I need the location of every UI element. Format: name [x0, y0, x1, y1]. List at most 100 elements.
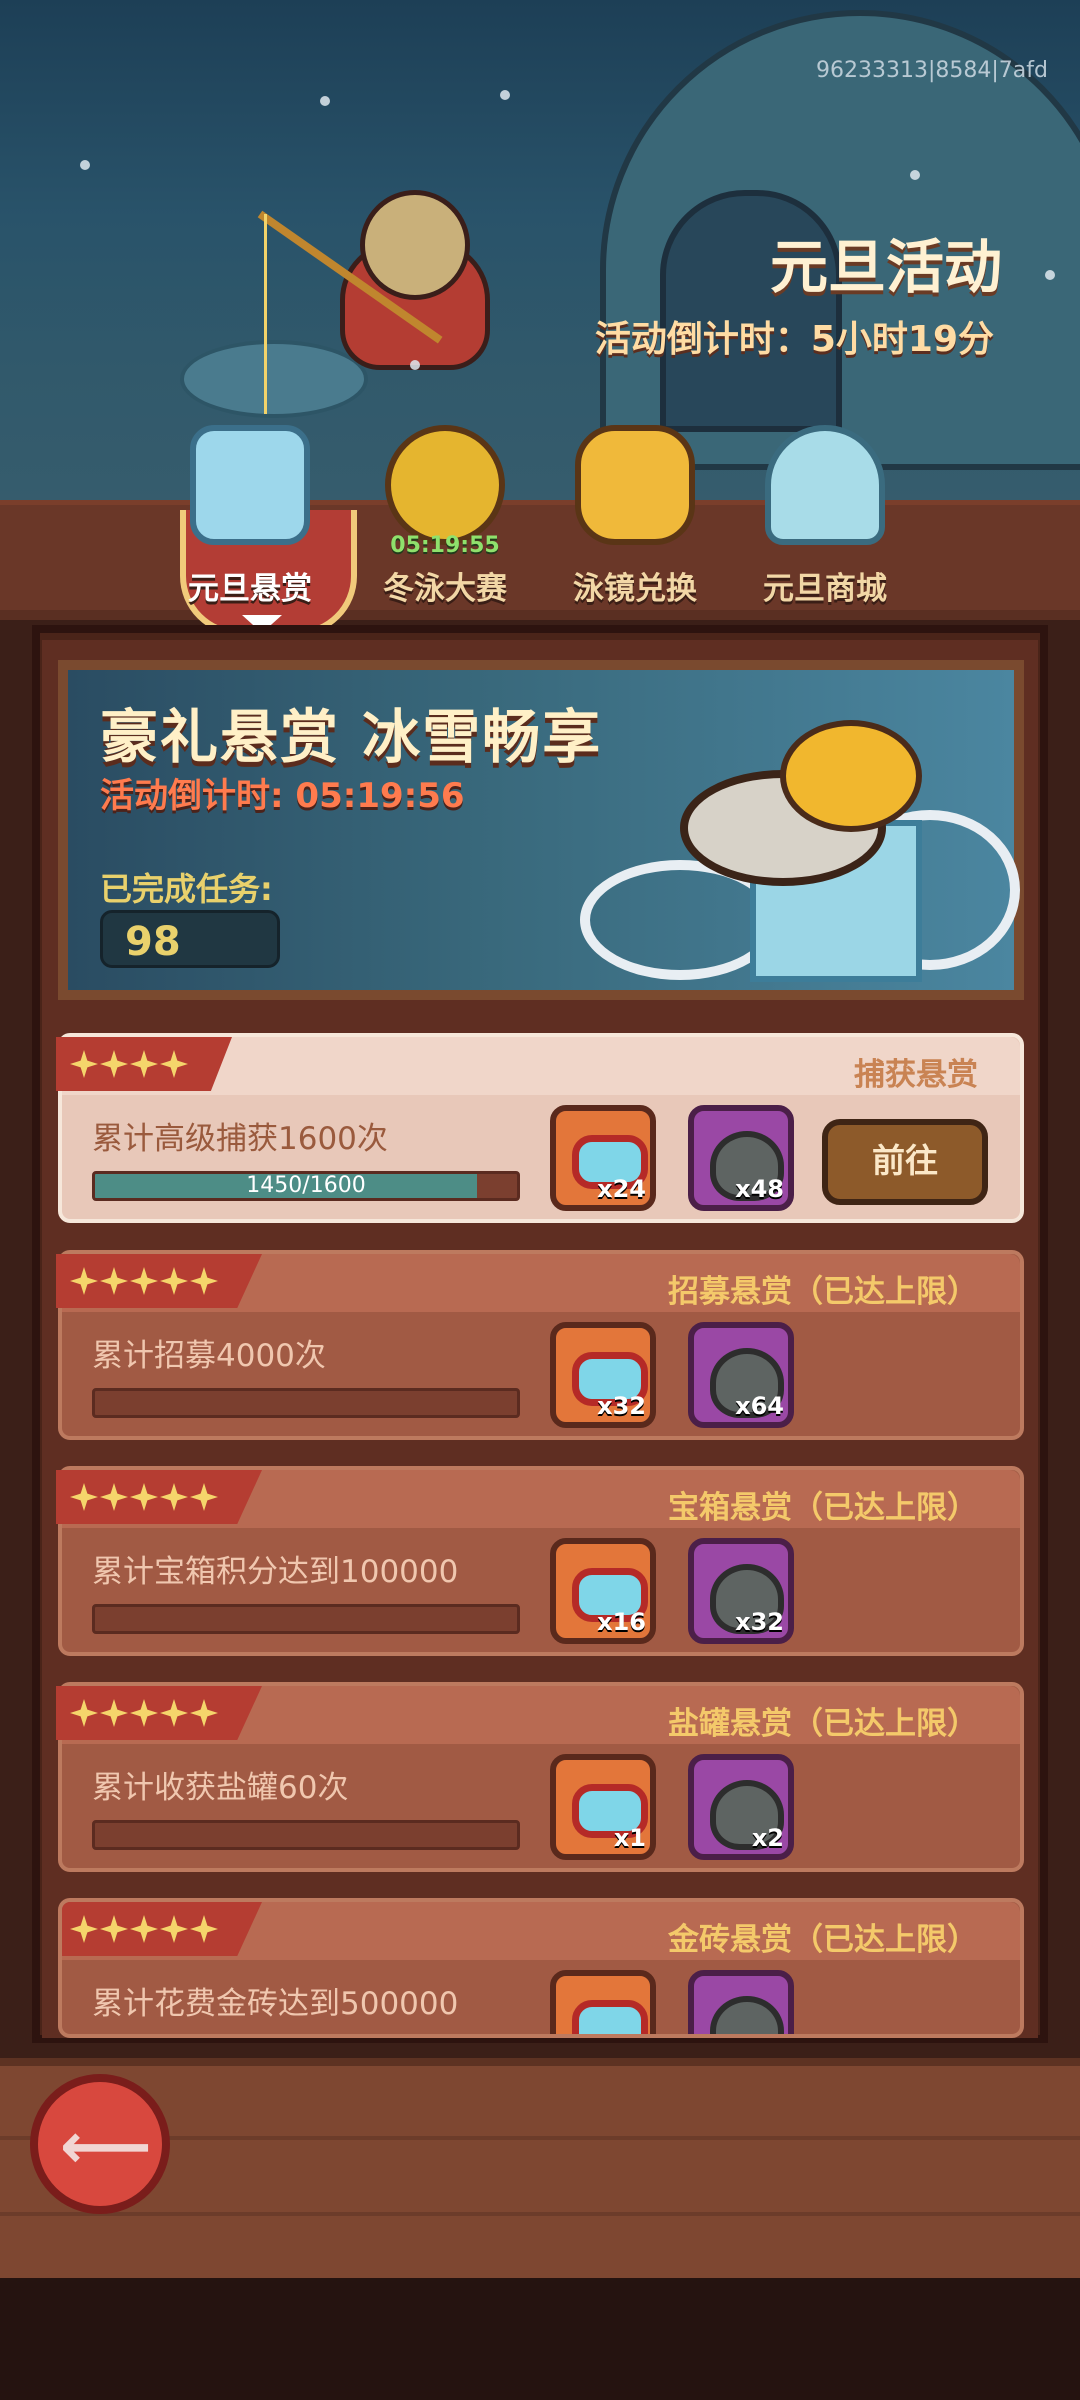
back-arrow-icon: ⟵: [60, 2110, 152, 2184]
task-type: 盐罐悬赏（已达上限）: [668, 1706, 978, 1742]
star-icon: [130, 1050, 158, 1078]
reward-quantity: x48: [735, 1175, 784, 1203]
task-description: 累计招募4000次: [92, 1338, 326, 1374]
goggles-icon: [575, 425, 695, 545]
star-icon: [70, 1050, 98, 1078]
reward-goggles[interactable]: [550, 1970, 656, 2034]
star-rating: [56, 1470, 262, 1524]
star-icon: [160, 1267, 188, 1295]
tab-label: 元旦商城: [763, 571, 887, 607]
reward-kettle[interactable]: x32: [688, 1538, 794, 1644]
event-countdown: 活动倒计时：5小时19分: [594, 319, 994, 360]
kettle-icon: [710, 1996, 784, 2034]
task-type: 捕获悬赏: [854, 1057, 978, 1093]
star-icon: [130, 1915, 158, 1943]
task-progress-bar: [92, 1820, 520, 1850]
task-card: 宝箱悬赏（已达上限） 累计宝箱积分达到100000 x16 x32: [56, 1466, 1024, 1656]
reward-kettle[interactable]: x64: [688, 1322, 794, 1428]
star-rating: [62, 1902, 262, 1956]
star-icon: [70, 1267, 98, 1295]
bottom-edge: [0, 2278, 1080, 2400]
star-icon: [100, 1050, 128, 1078]
star-icon: [70, 1699, 98, 1727]
task-description: 累计宝箱积分达到100000: [92, 1554, 459, 1590]
task-card: 捕获悬赏 累计高级捕获1600次 1450/1600 x24 x48 前往: [56, 1033, 1024, 1223]
snowflake-icon: [910, 170, 920, 180]
event-title: 元旦活动: [769, 233, 1002, 301]
tab-label: 冬泳大赛: [383, 571, 507, 607]
task-progress-bar: [92, 2036, 520, 2038]
back-button[interactable]: ⟵: [30, 2074, 170, 2214]
reward-quantity: x24: [597, 1175, 646, 1203]
star-icon: [190, 1699, 218, 1727]
task-type: 宝箱悬赏（已达上限）: [668, 1490, 978, 1526]
duck-on-ice-illustration: [580, 700, 1020, 990]
reward-kettle[interactable]: x48: [688, 1105, 794, 1211]
star-icon: [190, 1915, 218, 1943]
star-icon: [160, 1483, 188, 1511]
task-type: 金砖悬赏（已达上限）: [668, 1922, 978, 1958]
reward-goggles[interactable]: x32: [550, 1322, 656, 1428]
task-card: 盐罐悬赏（已达上限） 累计收获盐罐60次 x1 x2: [56, 1682, 1024, 1872]
task-description: 累计收获盐罐60次: [92, 1770, 349, 1806]
golden-fish-icon: [385, 425, 505, 545]
star-rating: [56, 1686, 262, 1740]
star-icon: [100, 1699, 128, 1727]
reward-quantity: x16: [597, 1608, 646, 1636]
snowflake-icon: [500, 90, 510, 100]
reward-quantity: x32: [735, 1608, 784, 1636]
star-rating: [56, 1037, 232, 1091]
task-description: 累计高级捕获1600次: [92, 1121, 388, 1157]
reward-quantity: x1: [613, 1824, 646, 1852]
task-progress-bar: 1450/1600: [92, 1171, 520, 1201]
snowflake-icon: [1045, 270, 1055, 280]
event-id: 96233313|8584|7afd: [816, 58, 1048, 83]
star-icon: [160, 1050, 188, 1078]
star-icon: [100, 1483, 128, 1511]
tab-goggle-exchange[interactable]: 泳镜兑换: [555, 405, 715, 625]
star-icon: [130, 1267, 158, 1295]
go-button[interactable]: 前往: [822, 1119, 988, 1205]
igloo-icon: [765, 425, 885, 545]
reward-kettle[interactable]: x2: [688, 1754, 794, 1860]
reward-quantity: x32: [597, 1392, 646, 1420]
tab-bar: [0, 505, 1080, 610]
reward-quantity: x2: [751, 1824, 784, 1852]
task-progress-text: 1450/1600: [246, 1173, 366, 1198]
task-card: 金砖悬赏（已达上限） 累计花费金砖达到500000: [58, 1898, 1024, 2038]
task-description: 累计花费金砖达到500000: [92, 1986, 459, 2022]
star-icon: [190, 1267, 218, 1295]
tab-winter-swim[interactable]: 05:19:55 冬泳大赛: [365, 405, 525, 625]
task-card: 招募悬赏（已达上限） 累计招募4000次 x32 x64: [56, 1250, 1024, 1440]
reward-kettle[interactable]: [688, 1970, 794, 2034]
fishing-line: [264, 214, 267, 414]
tab-label: 泳镜兑换: [573, 571, 697, 607]
reward-goggles[interactable]: x24: [550, 1105, 656, 1211]
snowflake-icon: [80, 160, 90, 170]
goggles-icon: [572, 2000, 648, 2034]
star-icon: [100, 1267, 128, 1295]
tab-label: 元旦悬赏: [188, 571, 312, 607]
banner-countdown: 活动倒计时: 05:19:56: [100, 776, 465, 816]
reward-goggles[interactable]: x1: [550, 1754, 656, 1860]
snowflake-icon: [320, 96, 330, 106]
tab-new-year-shop[interactable]: 元旦商城: [745, 405, 905, 625]
ice-cube-icon: [190, 425, 310, 545]
plank-line: [0, 2212, 1080, 2216]
task-type: 招募悬赏（已达上限）: [668, 1274, 978, 1310]
star-icon: [100, 1915, 128, 1943]
star-icon: [160, 1915, 188, 1943]
reward-goggles[interactable]: x16: [550, 1538, 656, 1644]
tab-countdown: 05:19:55: [390, 533, 500, 558]
star-icon: [160, 1699, 188, 1727]
star-rating: [56, 1254, 262, 1308]
star-icon: [130, 1483, 158, 1511]
task-progress-bar: [92, 1388, 520, 1418]
star-icon: [130, 1699, 158, 1727]
tab-new-year-bounty[interactable]: 元旦悬赏: [170, 405, 357, 636]
completed-tasks-label: 已完成任务:: [100, 870, 273, 908]
snowflake-icon: [410, 360, 420, 370]
banner-title: 豪礼悬赏 冰雪畅享: [100, 703, 603, 771]
completed-tasks-value: 98: [100, 910, 280, 968]
reward-quantity: x64: [735, 1392, 784, 1420]
